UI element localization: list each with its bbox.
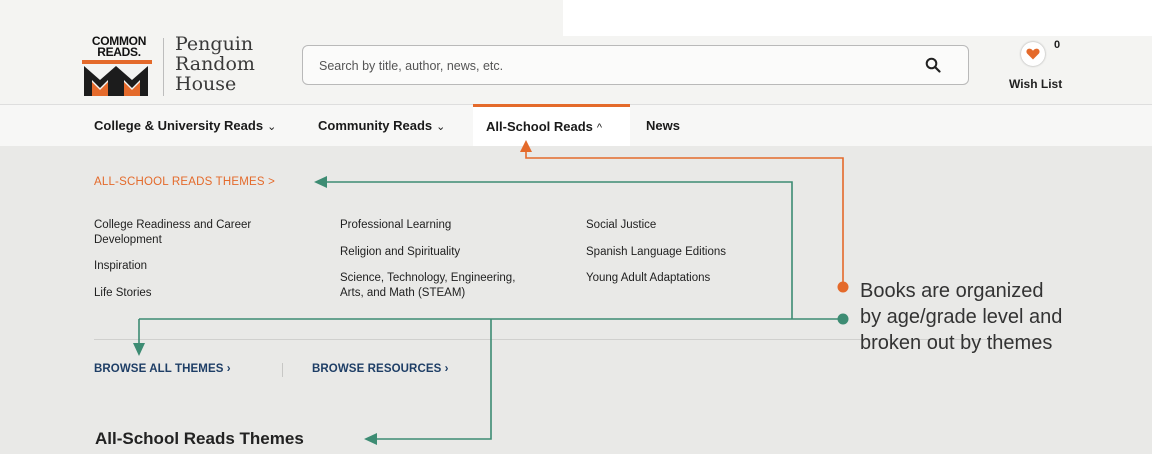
green-arrowhead-section <box>364 433 377 445</box>
green-bullet <box>837 313 849 325</box>
green-connector-section <box>376 319 492 440</box>
orange-connector <box>525 150 844 287</box>
green-connector-themes <box>326 181 793 319</box>
orange-bullet <box>837 281 849 293</box>
annotation-overlay <box>133 140 849 445</box>
annotation-text: Books are organized by age/grade level a… <box>860 278 1062 356</box>
orange-arrowhead <box>520 140 532 152</box>
annotation-line: Books are organized <box>860 280 1044 302</box>
annotation-line: broken out by themes <box>860 332 1053 354</box>
annotation-line: by age/grade level and <box>860 306 1063 328</box>
green-arrowhead-themes <box>314 176 327 188</box>
green-arrowhead-browse <box>133 343 145 356</box>
screen: COMMON READS. Penguin Random House Searc… <box>0 0 1152 454</box>
